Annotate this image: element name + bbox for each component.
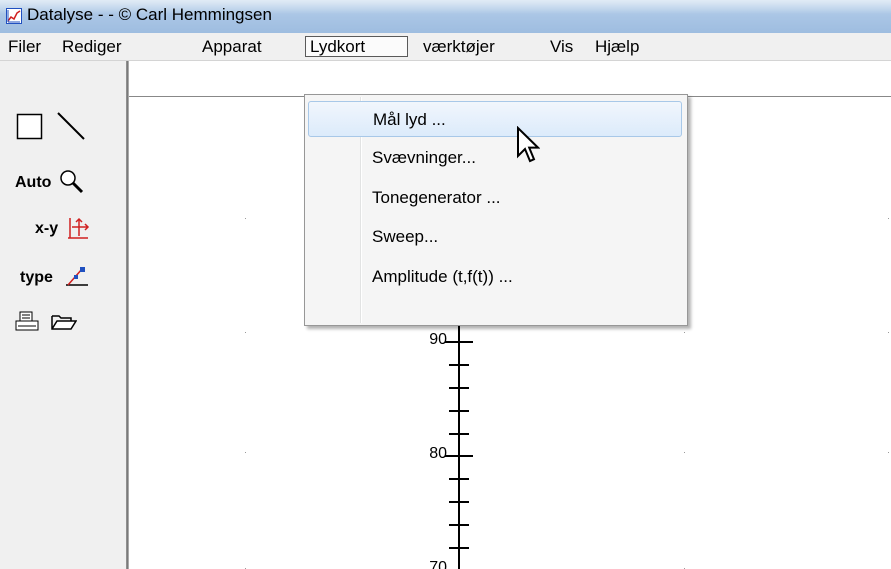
y-tick bbox=[449, 364, 469, 366]
menu-hjaelp[interactable]: Hjælp bbox=[591, 36, 643, 57]
y-tick bbox=[449, 433, 469, 435]
menu-item-label: Sweep... bbox=[372, 227, 439, 246]
menu-rediger[interactable]: Rediger bbox=[58, 36, 126, 57]
menu-item-label: Amplitude (t,f(t)) ... bbox=[372, 267, 513, 286]
y-tick bbox=[449, 501, 469, 503]
menu-item-amplitude[interactable]: Amplitude (t,f(t)) ... bbox=[308, 259, 682, 295]
menu-filer[interactable]: Filer bbox=[4, 36, 45, 57]
y-tick-label: 90 bbox=[429, 331, 447, 348]
y-tick bbox=[449, 478, 469, 480]
menu-apparat[interactable]: Apparat bbox=[198, 36, 266, 57]
menu-lydkort[interactable]: Lydkort bbox=[305, 36, 408, 57]
rectangle-icon[interactable] bbox=[16, 113, 43, 140]
menu-item-label: Tonegenerator ... bbox=[372, 188, 501, 207]
print-icon[interactable] bbox=[15, 311, 39, 333]
window-title: Datalyse - - © Carl Hemmingsen bbox=[27, 5, 272, 24]
zoom-icon[interactable] bbox=[58, 168, 84, 194]
xy-label[interactable]: x-y bbox=[35, 220, 58, 238]
y-tick-major bbox=[445, 455, 473, 457]
y-tick-label: 70 bbox=[429, 559, 447, 569]
graph-type-label[interactable]: type bbox=[20, 269, 53, 287]
y-tick-label: 80 bbox=[429, 445, 447, 462]
open-folder-icon[interactable] bbox=[51, 313, 77, 331]
y-tick-major bbox=[445, 341, 473, 343]
menu-item-maal-lyd[interactable]: Mål lyd ... bbox=[308, 101, 682, 137]
y-tick bbox=[449, 524, 469, 526]
tool-palette: Auto x-y type bbox=[0, 61, 126, 569]
auto-scale-label[interactable]: Auto bbox=[15, 174, 51, 192]
app-graph-icon bbox=[6, 8, 22, 24]
y-tick bbox=[449, 410, 469, 412]
menu-vis[interactable]: Vis bbox=[546, 36, 577, 57]
y-tick bbox=[449, 547, 469, 549]
mouse-pointer-icon bbox=[517, 126, 540, 163]
app-window: Datalyse - - © Carl Hemmingsen Filer Red… bbox=[0, 0, 891, 569]
menu-item-label: Svævninger... bbox=[372, 148, 476, 167]
menu-item-label: Mål lyd ... bbox=[373, 110, 446, 129]
menu-bar: Filer Rediger Apparat Lydkort værktøjer … bbox=[0, 33, 891, 61]
menu-item-sweep[interactable]: Sweep... bbox=[308, 219, 682, 255]
menu-item-tonegenerator[interactable]: Tonegenerator ... bbox=[308, 180, 682, 216]
xy-axes-icon[interactable] bbox=[66, 216, 90, 242]
graph-type-icon[interactable] bbox=[64, 263, 90, 289]
y-tick bbox=[449, 387, 469, 389]
lydkort-dropdown-menu: Mål lyd ... Svævninger... Tonegenerator … bbox=[304, 94, 688, 326]
menu-vaerktojer[interactable]: værktøjer bbox=[419, 36, 499, 57]
menu-item-svaevninger[interactable]: Svævninger... bbox=[308, 140, 682, 176]
line-icon[interactable] bbox=[56, 111, 86, 141]
title-bar[interactable]: Datalyse - - © Carl Hemmingsen bbox=[0, 0, 891, 34]
